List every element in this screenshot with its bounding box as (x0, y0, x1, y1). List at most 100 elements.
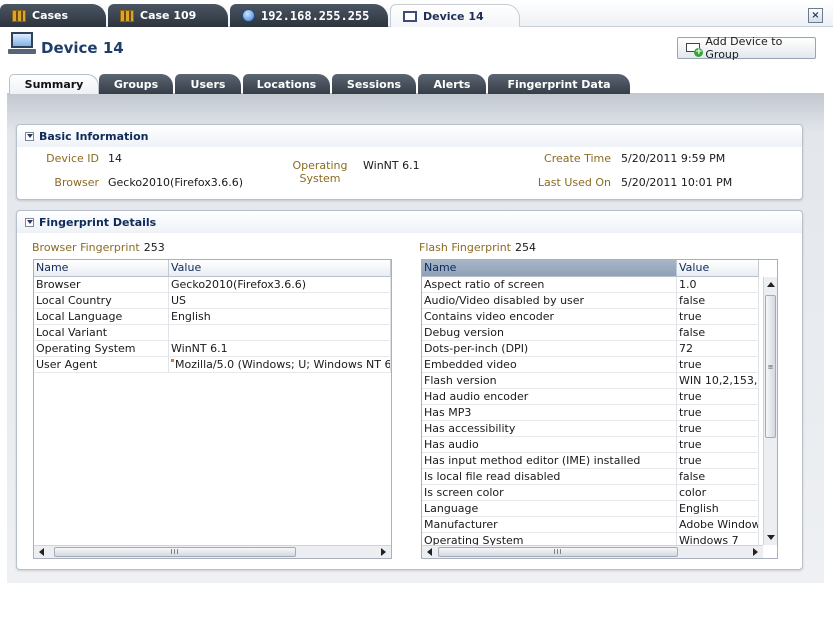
scroll-thumb[interactable]: III (438, 547, 678, 557)
table-row[interactable]: Local Language English (34, 309, 391, 325)
cell-value: true (677, 437, 759, 453)
scroll-up-icon[interactable] (767, 282, 775, 287)
cell-name: Contains video encoder (422, 309, 677, 325)
scroll-thumb[interactable]: III (54, 547, 296, 557)
cell-name: Debug version (422, 325, 677, 341)
tab-device-14[interactable]: Device 14 (390, 4, 520, 27)
page-header: Device 14 + Add Device to Group (0, 28, 833, 68)
browser-fingerprint-title: Browser Fingerprint 253 (32, 241, 165, 254)
case-icon (120, 9, 134, 22)
scroll-right-icon[interactable] (381, 548, 386, 556)
table-row[interactable]: Has accessibility true (422, 421, 763, 437)
cell-value: Mozilla/5.0 (Windows; U; Windows NT 6.1;… (169, 357, 391, 373)
table-row[interactable]: Embedded video true (422, 357, 763, 373)
table-row[interactable]: Flash version WIN 10,2,153,1 (422, 373, 763, 389)
column-header-name[interactable]: Name (422, 260, 677, 277)
tab-locations[interactable]: Locations (243, 74, 330, 94)
tab-case-109[interactable]: Case 109 (108, 4, 228, 27)
fingerprint-details-title: Fingerprint Details (39, 215, 157, 229)
browser-fingerprint-table: Name Value Browser Gecko2010(Firefox3.6.6… (33, 259, 392, 559)
table-row[interactable]: Manufacturer Adobe Windows (422, 517, 763, 533)
collapse-icon[interactable] (25, 131, 34, 141)
os-value: WinNT 6.1 (363, 159, 420, 172)
tab-ip-address[interactable]: 192.168.255.255 (230, 4, 388, 27)
vertical-scrollbar[interactable]: ≡ (763, 277, 777, 545)
tab-cases-label: Cases (32, 9, 69, 22)
scroll-left-icon[interactable] (39, 548, 44, 556)
basic-information-header[interactable]: Basic Information (17, 125, 802, 147)
table-row[interactable]: Operating System WinNT 6.1 (34, 341, 391, 357)
tab-locations-label: Locations (256, 77, 317, 91)
cell-value: 72 (677, 341, 759, 357)
table-row[interactable]: Contains video encoder true (422, 309, 763, 325)
table-header: Name Value (422, 260, 759, 277)
scroll-left-icon[interactable] (427, 548, 432, 556)
cell-value: US (169, 293, 391, 309)
table-row[interactable]: User Agent Mozilla/5.0 (Windows; U; Windo… (34, 357, 391, 373)
column-header-value[interactable]: Value (169, 260, 391, 277)
collapse-icon[interactable] (25, 217, 34, 227)
cell-name: User Agent (34, 357, 169, 373)
last-used-label: Last Used On (537, 176, 611, 189)
scroll-thumb[interactable]: ≡ (765, 295, 776, 438)
cell-value: true (677, 357, 759, 373)
os-label-line-2: System (299, 172, 341, 185)
horizontal-scrollbar[interactable]: III (34, 545, 391, 558)
tab-device-14-label: Device 14 (423, 9, 484, 23)
fingerprint-details-panel: Fingerprint Details Browser Fingerprint 2… (16, 210, 803, 570)
cell-name: Is screen color (422, 485, 677, 501)
tab-alerts[interactable]: Alerts (418, 74, 486, 94)
top-tab-bar: Cases Case 109 192.168.255.255 Device 14… (0, 0, 833, 27)
table-row[interactable]: Has audio true (422, 437, 763, 453)
cell-name: Has accessibility (422, 421, 677, 437)
fingerprint-details-header[interactable]: Fingerprint Details (17, 211, 802, 233)
add-device-to-group-button[interactable]: + Add Device to Group (677, 35, 816, 61)
truncation-marker-icon (171, 359, 174, 362)
scroll-right-icon[interactable] (753, 548, 758, 556)
browser-value: Gecko2010(Firefox3.6.6) (108, 176, 244, 189)
table-row[interactable]: Audio/Video disabled by user false (422, 293, 763, 309)
tab-groups[interactable]: Groups (99, 74, 173, 94)
tab-fingerprint-data[interactable]: Fingerprint Data (488, 74, 630, 94)
close-icon[interactable]: × (808, 8, 823, 23)
column-header-name[interactable]: Name (34, 260, 169, 277)
flash-fingerprint-label: Flash Fingerprint (419, 241, 511, 254)
table-row[interactable]: Has input method editor (IME) installed t… (422, 453, 763, 469)
tab-sessions[interactable]: Sessions (332, 74, 416, 94)
table-row[interactable]: Dots-per-inch (DPI) 72 (422, 341, 763, 357)
table-row[interactable]: Is local file read disabled false (422, 469, 763, 485)
cell-name: Language (422, 501, 677, 517)
os-label-line-1: Operating (292, 159, 348, 172)
horizontal-scrollbar[interactable]: III (422, 545, 763, 558)
table-row[interactable]: Had audio encoder true (422, 389, 763, 405)
table-header: Name Value (34, 260, 391, 277)
flash-table-body: Aspect ratio of screen 1.0 Audio/Video dis… (422, 277, 763, 549)
scroll-down-icon[interactable] (767, 535, 775, 540)
table-row[interactable]: Local Variant (34, 325, 391, 341)
table-row[interactable]: Is screen color color (422, 485, 763, 501)
table-row[interactable]: Has MP3 true (422, 405, 763, 421)
table-row[interactable]: Aspect ratio of screen 1.0 (422, 277, 763, 293)
os-label: Operating System (287, 159, 353, 185)
tab-case-109-label: Case 109 (140, 9, 197, 22)
tab-summary[interactable]: Summary (9, 74, 99, 94)
cell-value: true (677, 309, 759, 325)
basic-information-panel: Basic Information Device ID 14 Browser G… (16, 124, 803, 200)
table-row[interactable]: Local Country US (34, 293, 391, 309)
column-header-value[interactable]: Value (677, 260, 759, 277)
cell-value: false (677, 325, 759, 341)
cell-value: true (677, 453, 759, 469)
tab-cases[interactable]: Cases (0, 4, 106, 27)
table-row[interactable]: Browser Gecko2010(Firefox3.6.6) (34, 277, 391, 293)
cell-name: Flash version (422, 373, 677, 389)
tab-users[interactable]: Users (175, 74, 241, 94)
cell-name: Aspect ratio of screen (422, 277, 677, 293)
cell-name: Manufacturer (422, 517, 677, 533)
table-row[interactable]: Language English (422, 501, 763, 517)
tab-ip-label: 192.168.255.255 (261, 8, 370, 23)
table-row[interactable]: Debug version false (422, 325, 763, 341)
case-icon (12, 9, 26, 22)
cell-value: false (677, 469, 759, 485)
cell-name: Dots-per-inch (DPI) (422, 341, 677, 357)
tab-groups-label: Groups (113, 77, 159, 91)
